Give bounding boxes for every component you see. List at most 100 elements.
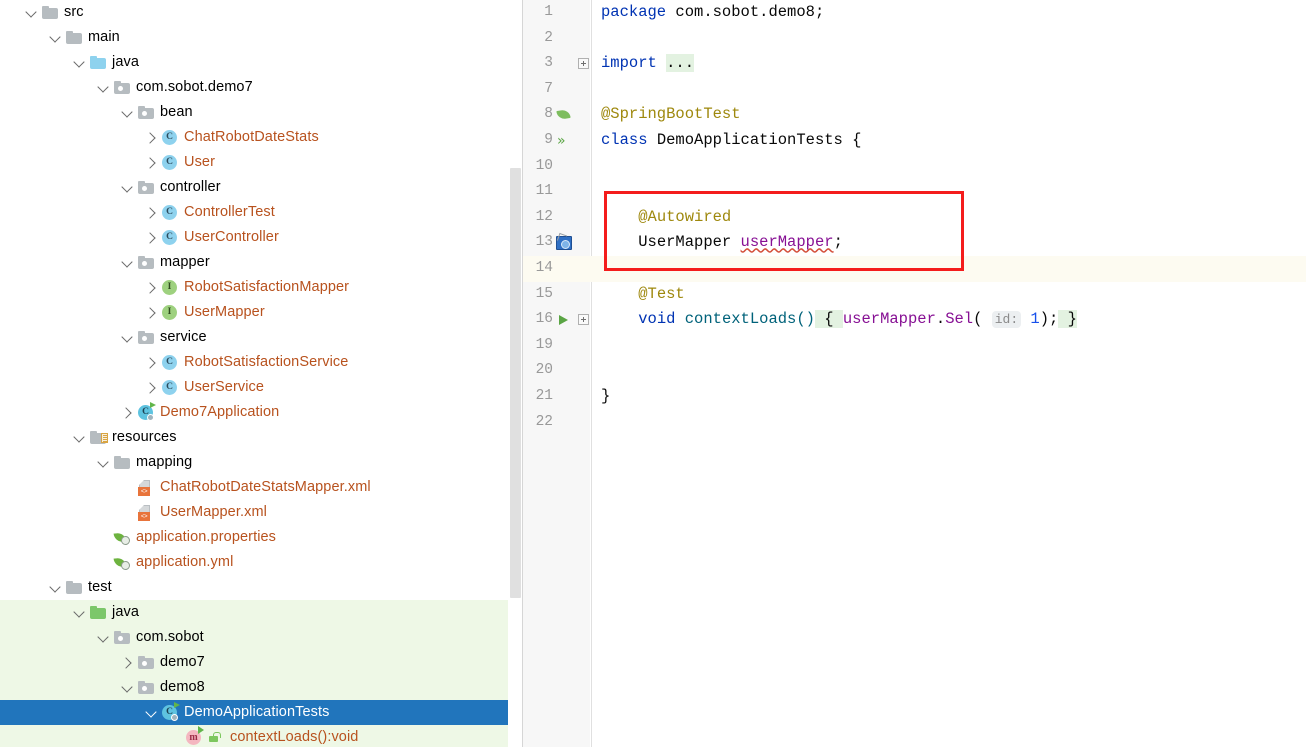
tree-row[interactable]: mapper xyxy=(0,250,523,275)
project-tree-scrollbar-thumb[interactable] xyxy=(510,168,521,598)
code-line[interactable]: 10 xyxy=(523,154,1306,180)
chevron-down-icon[interactable] xyxy=(96,625,112,650)
tree-row[interactable]: service xyxy=(0,325,523,350)
code-line[interactable]: 22 xyxy=(523,410,1306,436)
line-number[interactable]: 22 xyxy=(523,410,553,436)
code-line[interactable]: 1 package com.sobot.demo8; xyxy=(523,0,1306,26)
line-number[interactable]: 11 xyxy=(523,179,553,205)
tree-row[interactable]: java xyxy=(0,50,523,75)
chevron-down-icon[interactable] xyxy=(72,50,88,75)
chevron-down-icon[interactable] xyxy=(72,425,88,450)
chevron-down-icon[interactable] xyxy=(120,675,136,700)
code-line[interactable]: 21} xyxy=(523,384,1306,410)
code-line[interactable]: 19 xyxy=(523,333,1306,359)
chevron-down-icon[interactable] xyxy=(120,250,136,275)
tree-row[interactable]: com.sobot.demo7 xyxy=(0,75,523,100)
code-line[interactable]: 11 xyxy=(523,179,1306,205)
chevron-right-icon[interactable] xyxy=(144,125,160,150)
code-line[interactable]: 15 @Test xyxy=(523,282,1306,308)
chevron-down-icon[interactable] xyxy=(144,700,160,725)
chevron-down-icon[interactable] xyxy=(72,600,88,625)
chevron-right-icon[interactable] xyxy=(120,400,136,425)
tree-row[interactable]: C User xyxy=(0,150,523,175)
code-line[interactable]: 12 @Autowired xyxy=(523,205,1306,231)
chevron-right-icon[interactable] xyxy=(144,375,160,400)
code-line[interactable]: 3 import ... xyxy=(523,51,1306,77)
line-number[interactable]: 20 xyxy=(523,358,553,384)
tree-row[interactable]: demo7 xyxy=(0,650,523,675)
chevron-down-icon[interactable] xyxy=(96,450,112,475)
tree-row[interactable]: C ControllerTest xyxy=(0,200,523,225)
line-number[interactable]: 3 xyxy=(523,51,553,77)
line-number[interactable]: 15 xyxy=(523,282,553,308)
chevron-down-icon[interactable] xyxy=(120,175,136,200)
tree-row[interactable]: bean xyxy=(0,100,523,125)
tree-row[interactable]: I UserMapper xyxy=(0,300,523,325)
line-number[interactable]: 13 xyxy=(523,230,553,256)
tree-row[interactable]: main xyxy=(0,25,523,50)
line-number[interactable]: 9 xyxy=(523,128,553,154)
code-line[interactable]: 13 UserMapper userMapper; xyxy=(523,230,1306,256)
line-number[interactable]: 7 xyxy=(523,77,553,103)
tree-row[interactable]: m contextLoads():void xyxy=(0,725,523,747)
line-number[interactable]: 8 xyxy=(523,102,553,128)
run-all-tests-gutter-icon[interactable]: » xyxy=(553,128,591,154)
spring-bean-gutter-icon[interactable] xyxy=(553,102,591,128)
code-line[interactable]: 14 xyxy=(523,255,1306,282)
line-number[interactable]: 14 xyxy=(523,256,553,282)
tree-row[interactable]: C RobotSatisfactionService xyxy=(0,350,523,375)
code-line[interactable]: 9» class DemoApplicationTests { xyxy=(523,128,1306,154)
code-editor-panel[interactable]: 1 package com.sobot.demo8; 2 3 import ... 7 8 @… xyxy=(523,0,1306,747)
line-number[interactable]: 16 xyxy=(523,307,553,333)
tree-row[interactable]: C UserService xyxy=(0,375,523,400)
tree-row[interactable]: I RobotSatisfactionMapper xyxy=(0,275,523,300)
chevron-right-icon[interactable] xyxy=(144,150,160,175)
code-line[interactable]: 8 @SpringBootTest xyxy=(523,102,1306,128)
chevron-down-icon[interactable] xyxy=(96,75,112,100)
run-test-gutter-icon[interactable] xyxy=(553,307,591,333)
tree-row[interactable]: C Demo7Application xyxy=(0,400,523,425)
line-number[interactable]: 2 xyxy=(523,26,553,52)
code-line[interactable]: 7 xyxy=(523,77,1306,103)
tree-row[interactable]: <> ChatRobotDateStatsMapper.xml xyxy=(0,475,523,500)
line-number[interactable]: 12 xyxy=(523,205,553,231)
tree-row[interactable]: demo8 xyxy=(0,675,523,700)
chevron-right-icon[interactable] xyxy=(120,650,136,675)
tree-row[interactable]: application.yml xyxy=(0,550,523,575)
tree-row[interactable]: resources xyxy=(0,425,523,450)
chevron-down-icon[interactable] xyxy=(24,0,40,25)
tree-row[interactable]: C DemoApplicationTests xyxy=(0,700,523,725)
tree-row[interactable]: mapping xyxy=(0,450,523,475)
line-number[interactable]: 21 xyxy=(523,384,553,410)
tree-row[interactable]: com.sobot xyxy=(0,625,523,650)
chevron-down-icon[interactable] xyxy=(120,100,136,125)
chevron-down-icon[interactable] xyxy=(48,575,64,600)
tree-row[interactable]: application.properties xyxy=(0,525,523,550)
tree-row[interactable]: src xyxy=(0,0,523,25)
gutter-blank xyxy=(553,333,591,359)
line-number[interactable]: 10 xyxy=(523,154,553,180)
project-tree-scrollbar-track[interactable] xyxy=(508,0,523,747)
code-line[interactable]: 20 xyxy=(523,358,1306,384)
chevron-right-icon[interactable] xyxy=(144,275,160,300)
line-number[interactable]: 1 xyxy=(523,0,553,26)
project-tree-panel[interactable]: src main java com.sobot.demo7 bean C ChatRobot… xyxy=(0,0,523,747)
tree-row[interactable]: C ChatRobotDateStats xyxy=(0,125,523,150)
tree-row[interactable]: controller xyxy=(0,175,523,200)
chevron-right-icon[interactable] xyxy=(144,300,160,325)
tree-row[interactable]: <> UserMapper.xml xyxy=(0,500,523,525)
chevron-right-icon[interactable] xyxy=(144,200,160,225)
code-line[interactable]: 16 void contextLoads() { userMapper.Sel(… xyxy=(523,307,1306,333)
gutter-blank xyxy=(553,358,591,384)
chevron-right-icon[interactable] xyxy=(144,225,160,250)
tree-row[interactable]: test xyxy=(0,575,523,600)
chevron-down-icon[interactable] xyxy=(48,25,64,50)
code-line[interactable]: 2 xyxy=(523,26,1306,52)
chevron-down-icon[interactable] xyxy=(120,325,136,350)
tree-row[interactable]: C UserController xyxy=(0,225,523,250)
chevron-right-icon[interactable] xyxy=(144,350,160,375)
tree-row[interactable]: java xyxy=(0,600,523,625)
autowired-dependency-gutter-icon[interactable] xyxy=(553,230,591,256)
line-number[interactable]: 19 xyxy=(523,333,553,359)
